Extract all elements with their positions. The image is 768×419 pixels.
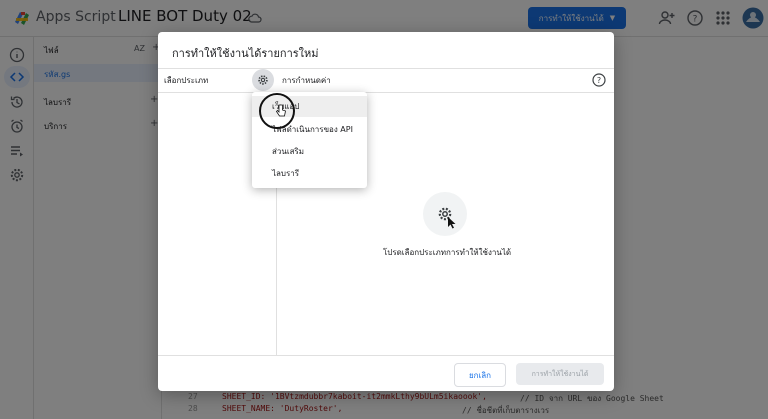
divider — [158, 355, 614, 356]
deploy-submit-button[interactable]: การทำให้ใช้งานได้ — [516, 363, 604, 385]
menu-item-label: ไลบรารี — [272, 169, 300, 178]
divider — [158, 92, 614, 93]
divider — [158, 68, 614, 69]
cancel-button[interactable]: ยกเลิก — [454, 363, 506, 387]
gear-icon — [258, 75, 268, 85]
dialog-title: การทำให้ใช้งานได้รายการใหม่ — [172, 47, 319, 60]
configuration-label: การกำหนดค่า — [282, 76, 331, 85]
new-deployment-dialog: การทำให้ใช้งานได้รายการใหม่ เลือกประเภท … — [158, 32, 614, 391]
empty-state-gear — [423, 192, 467, 236]
menu-item-add-on[interactable]: ส่วนเสริม — [252, 141, 367, 162]
deploy-submit-label: การทำให้ใช้งานได้ — [531, 369, 589, 378]
menu-item-label: ส่วนเสริม — [272, 147, 305, 156]
svg-text:?: ? — [597, 76, 601, 85]
select-type-gear-button[interactable] — [252, 69, 274, 91]
select-type-label: เลือกประเภท — [164, 76, 209, 85]
mouse-pointer-icon — [448, 217, 456, 229]
hand-pointer-icon — [276, 104, 286, 117]
menu-item-library[interactable]: ไลบรารี — [252, 163, 367, 184]
help-icon[interactable]: ? — [592, 73, 606, 87]
empty-state-message: โปรดเลือกประเภทการทำให้ใช้งานได้ — [382, 248, 512, 257]
cancel-button-label: ยกเลิก — [468, 370, 491, 380]
